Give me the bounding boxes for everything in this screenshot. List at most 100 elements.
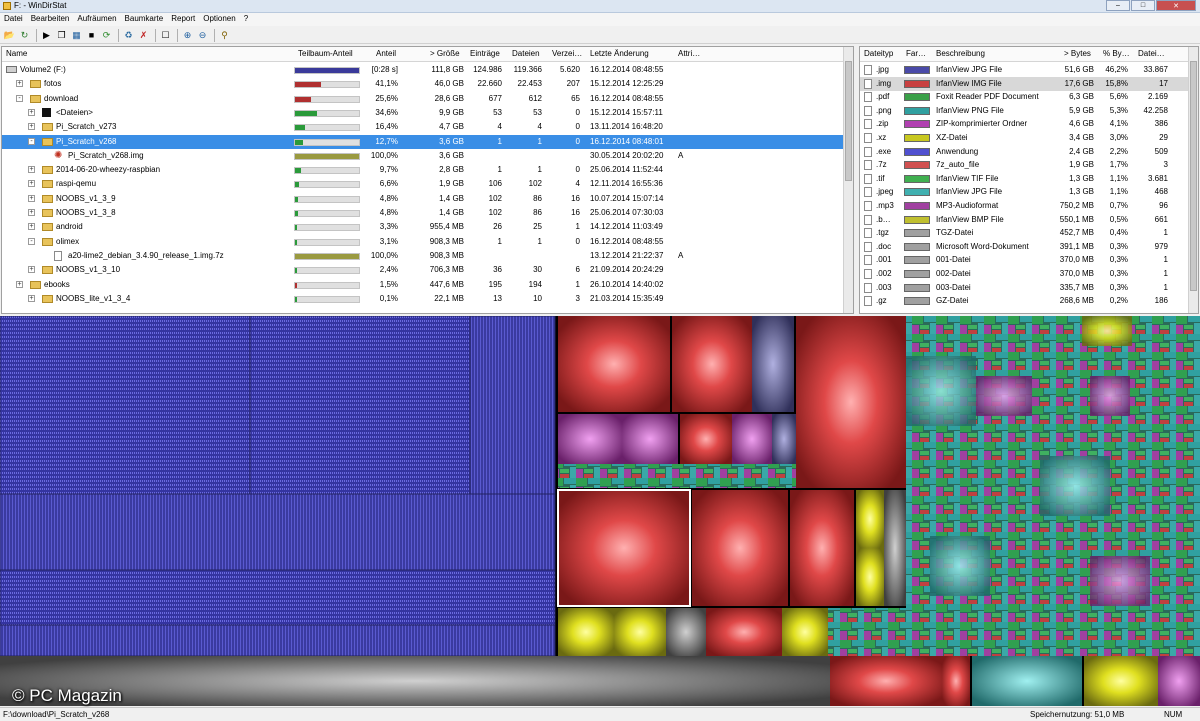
file-type-row[interactable]: .jpg IrfanView JPG File 51,6 GB 46,2% 33.867 bbox=[860, 63, 1190, 77]
col-attributes[interactable]: Attri… bbox=[678, 49, 700, 58]
type-bytes: 17,6 GB bbox=[1064, 78, 1094, 88]
file-type-row[interactable]: .gz GZ-Datei 268,6 MB 0,2% 186 bbox=[860, 294, 1190, 308]
tree-row[interactable]: + raspi-qemu 6,6% 1,9 GB 106 102 4 12.11.2014 1… bbox=[2, 177, 843, 191]
zoom-out-icon[interactable]: ⊖ bbox=[196, 29, 209, 42]
file-type-row[interactable]: .pdf Foxit Reader PDF Document 6,3 GB 5,6% 2… bbox=[860, 90, 1190, 104]
expand-toggle-icon[interactable]: + bbox=[28, 223, 35, 231]
file-type-row[interactable]: .tgz TGZ-Datei 452,7 MB 0,4% 1 bbox=[860, 226, 1190, 240]
play-icon[interactable]: ▶ bbox=[40, 29, 53, 42]
tree-row[interactable]: + android 3,3% 955,4 MB 26 25 1 14.12.2014 11:0… bbox=[2, 220, 843, 234]
tree-row[interactable]: - download 25,6% 28,6 GB 677 612 65 16.12.2014 … bbox=[2, 92, 843, 106]
file-type-row[interactable]: .png IrfanView PNG File 5,9 GB 5,3% 42.258 bbox=[860, 104, 1190, 118]
tree-row[interactable]: + NOOBS_v1_3_10 2,4% 706,3 MB 36 30 6 21.09.201… bbox=[2, 263, 843, 277]
minimize-button[interactable]: – bbox=[1106, 0, 1130, 11]
expand-toggle-icon[interactable]: + bbox=[28, 194, 35, 202]
tree-row[interactable]: Volume2 (F:) [0:28 s] 111,8 GB 124.986 119.3… bbox=[2, 63, 843, 77]
file-type-list[interactable]: Dateityp Far… Beschreibung > Bytes % By…… bbox=[859, 46, 1199, 314]
file-type-row[interactable]: .b… IrfanView BMP File 550,1 MB 0,5% 661 bbox=[860, 213, 1190, 227]
menu-bearbeiten[interactable]: Bearbeiten bbox=[27, 13, 74, 26]
refresh-all-icon[interactable]: ⟳ bbox=[100, 29, 113, 42]
col-size[interactable]: > Größe bbox=[430, 49, 460, 58]
expand-toggle-icon[interactable]: + bbox=[28, 180, 35, 188]
expand-toggle-icon[interactable]: - bbox=[28, 237, 35, 245]
col-dirs[interactable]: Verzei… bbox=[552, 49, 582, 58]
file-type-row[interactable]: .img IrfanView IMG File 17,6 GB 15,8% 17 bbox=[860, 76, 1190, 91]
file-type-row[interactable]: .7z 7z_auto_file 1,9 GB 1,7% 3 bbox=[860, 158, 1190, 172]
col-subtree-share[interactable]: Teilbaum-Anteil bbox=[298, 49, 353, 58]
file-type-row[interactable]: .002 002-Datei 370,0 MB 0,3% 1 bbox=[860, 267, 1190, 281]
file-type-row[interactable]: .exe Anwendung 2,4 GB 2,2% 509 bbox=[860, 145, 1190, 159]
menu-optionen[interactable]: Optionen bbox=[199, 13, 239, 26]
menu-help[interactable]: ? bbox=[240, 13, 252, 26]
file-type-row[interactable]: .003 003-Datei 335,7 MB 0,3% 1 bbox=[860, 281, 1190, 295]
col-color[interactable]: Far… bbox=[906, 49, 926, 58]
expand-toggle-icon[interactable]: + bbox=[28, 294, 35, 302]
tree-scrollbar[interactable] bbox=[843, 47, 853, 313]
copy-path-icon[interactable]: ❐ bbox=[55, 29, 68, 42]
col-bytes-pct[interactable]: % By… bbox=[1103, 49, 1130, 58]
expand-toggle-icon[interactable]: + bbox=[16, 80, 23, 88]
expand-toggle-icon[interactable]: + bbox=[16, 280, 23, 288]
maximize-button[interactable]: □ bbox=[1131, 0, 1155, 11]
file-type-row[interactable]: .doc Microsoft Word-Dokument 391,1 MB 0,3% 9… bbox=[860, 240, 1190, 254]
file-type-row[interactable]: .tif IrfanView TIF File 1,3 GB 1,1% 3.681 bbox=[860, 172, 1190, 186]
tree-row[interactable]: + NOOBS_v1_3_8 4,8% 1,4 GB 102 86 16 25.06.2014… bbox=[2, 206, 843, 220]
file-type-row[interactable]: .xz XZ-Datei 3,4 GB 3,0% 29 bbox=[860, 131, 1190, 145]
open-icon[interactable]: 📂 bbox=[3, 29, 16, 42]
expand-toggle-icon[interactable]: + bbox=[28, 266, 35, 274]
treemap-graphic[interactable] bbox=[0, 316, 1200, 706]
col-description[interactable]: Beschreibung bbox=[936, 49, 985, 58]
col-file-count[interactable]: Datei… bbox=[1138, 49, 1165, 58]
expand-toggle-icon[interactable]: - bbox=[16, 94, 23, 102]
menu-report[interactable]: Report bbox=[167, 13, 199, 26]
menu-aufraeumen[interactable]: Aufräumen bbox=[73, 13, 120, 26]
tree-row[interactable]: +2014-06-20-wheezy-raspbian 9,7% 2,8 GB 1 1 0… bbox=[2, 163, 843, 177]
col-bytes[interactable]: > Bytes bbox=[1064, 49, 1091, 58]
treemap-block-xz bbox=[558, 608, 614, 656]
tree-row[interactable]: ✺ Pi_Scratch_v268.img 100,0% 3,6 GB 30.05.20… bbox=[2, 149, 843, 163]
treemap[interactable] bbox=[0, 316, 1200, 706]
menu-datei[interactable]: Datei bbox=[0, 13, 27, 26]
expand-toggle-icon[interactable]: + bbox=[28, 108, 35, 116]
tree-row[interactable]: + NOOBS_v1_3_9 4,8% 1,4 GB 102 86 16 10.07.2014… bbox=[2, 192, 843, 206]
file-type-row[interactable]: .mp3 MP3-Audioformat 750,2 MB 0,7% 96 bbox=[860, 199, 1190, 213]
zoom-in-icon[interactable]: ⊕ bbox=[181, 29, 194, 42]
col-files[interactable]: Dateien bbox=[512, 49, 540, 58]
col-name[interactable]: Name bbox=[6, 49, 27, 58]
treemap-block-xz bbox=[1082, 316, 1132, 346]
tree-row[interactable]: + fotos 41,1% 46,0 GB 22.660 22.453 207 15.12.2… bbox=[2, 77, 843, 91]
col-type[interactable]: Dateityp bbox=[864, 49, 893, 58]
menu-baumkarte[interactable]: Baumkarte bbox=[121, 13, 168, 26]
properties-icon[interactable]: ☐ bbox=[159, 29, 172, 42]
file-type-row[interactable]: .001 001-Datei 370,0 MB 0,3% 1 bbox=[860, 253, 1190, 267]
col-share[interactable]: Anteil bbox=[376, 49, 396, 58]
expand-toggle-icon[interactable]: + bbox=[28, 209, 35, 216]
refresh-selected-icon[interactable]: ↻ bbox=[18, 29, 31, 42]
recycle-bin-icon[interactable]: ♻ bbox=[122, 29, 135, 42]
tree-row[interactable]: + ebooks 1,5% 447,6 MB 195 194 1 26.10.2014 14:… bbox=[2, 278, 843, 292]
row-items: 22.660 bbox=[477, 79, 502, 89]
tree-row[interactable]: a20-lime2_debian_3.4.90_release_1.img.7z… bbox=[2, 249, 843, 263]
types-scrollbar-thumb[interactable] bbox=[1190, 61, 1197, 291]
tree-row[interactable]: - olimex 3,1% 908,3 MB 1 1 0 16.12.2014 08:48:5… bbox=[2, 235, 843, 249]
expand-toggle-icon[interactable]: - bbox=[28, 137, 35, 145]
explorer-icon[interactable]: ▦ bbox=[70, 29, 83, 42]
file-type-row[interactable]: .jpeg IrfanView JPG File 1,3 GB 1,1% 468 bbox=[860, 185, 1190, 199]
tree-row[interactable]: + Pi_Scratch_v273 16,4% 4,7 GB 4 4 0 13.11.2014… bbox=[2, 120, 843, 134]
expand-toggle-icon[interactable]: + bbox=[28, 123, 35, 131]
expand-toggle-icon[interactable]: + bbox=[28, 166, 35, 174]
delete-icon[interactable]: ✗ bbox=[137, 29, 150, 42]
tree-row[interactable]: + <Dateien> 34,6% 9,9 GB 53 53 0 15.12.2014 15:… bbox=[2, 106, 843, 120]
tree-scrollbar-thumb[interactable] bbox=[845, 61, 852, 181]
col-last-change[interactable]: Letzte Änderung bbox=[590, 49, 649, 58]
file-type-row[interactable]: .zip ZIP-komprimierter Ordner 4,6 GB 4,1% 38… bbox=[860, 117, 1190, 131]
help-icon[interactable]: ⚲ bbox=[218, 29, 231, 42]
types-scrollbar[interactable] bbox=[1188, 47, 1198, 313]
close-button[interactable]: ✕ bbox=[1156, 0, 1196, 11]
directory-tree[interactable]: Name Teilbaum-Anteil Anteil > Größe Eint… bbox=[1, 46, 854, 314]
col-items[interactable]: Einträge bbox=[470, 49, 500, 58]
tree-row[interactable]: - Pi_Scratch_v268 12,7% 3,6 GB 1 1 0 16.12.2014… bbox=[2, 134, 843, 149]
tree-row[interactable]: + NOOBS_lite_v1_3_4 0,1% 22,1 MB 13 10 3 21.03.… bbox=[2, 292, 843, 306]
command-prompt-icon[interactable]: ■ bbox=[85, 29, 98, 42]
type-pct: 1,1% bbox=[1109, 187, 1128, 197]
